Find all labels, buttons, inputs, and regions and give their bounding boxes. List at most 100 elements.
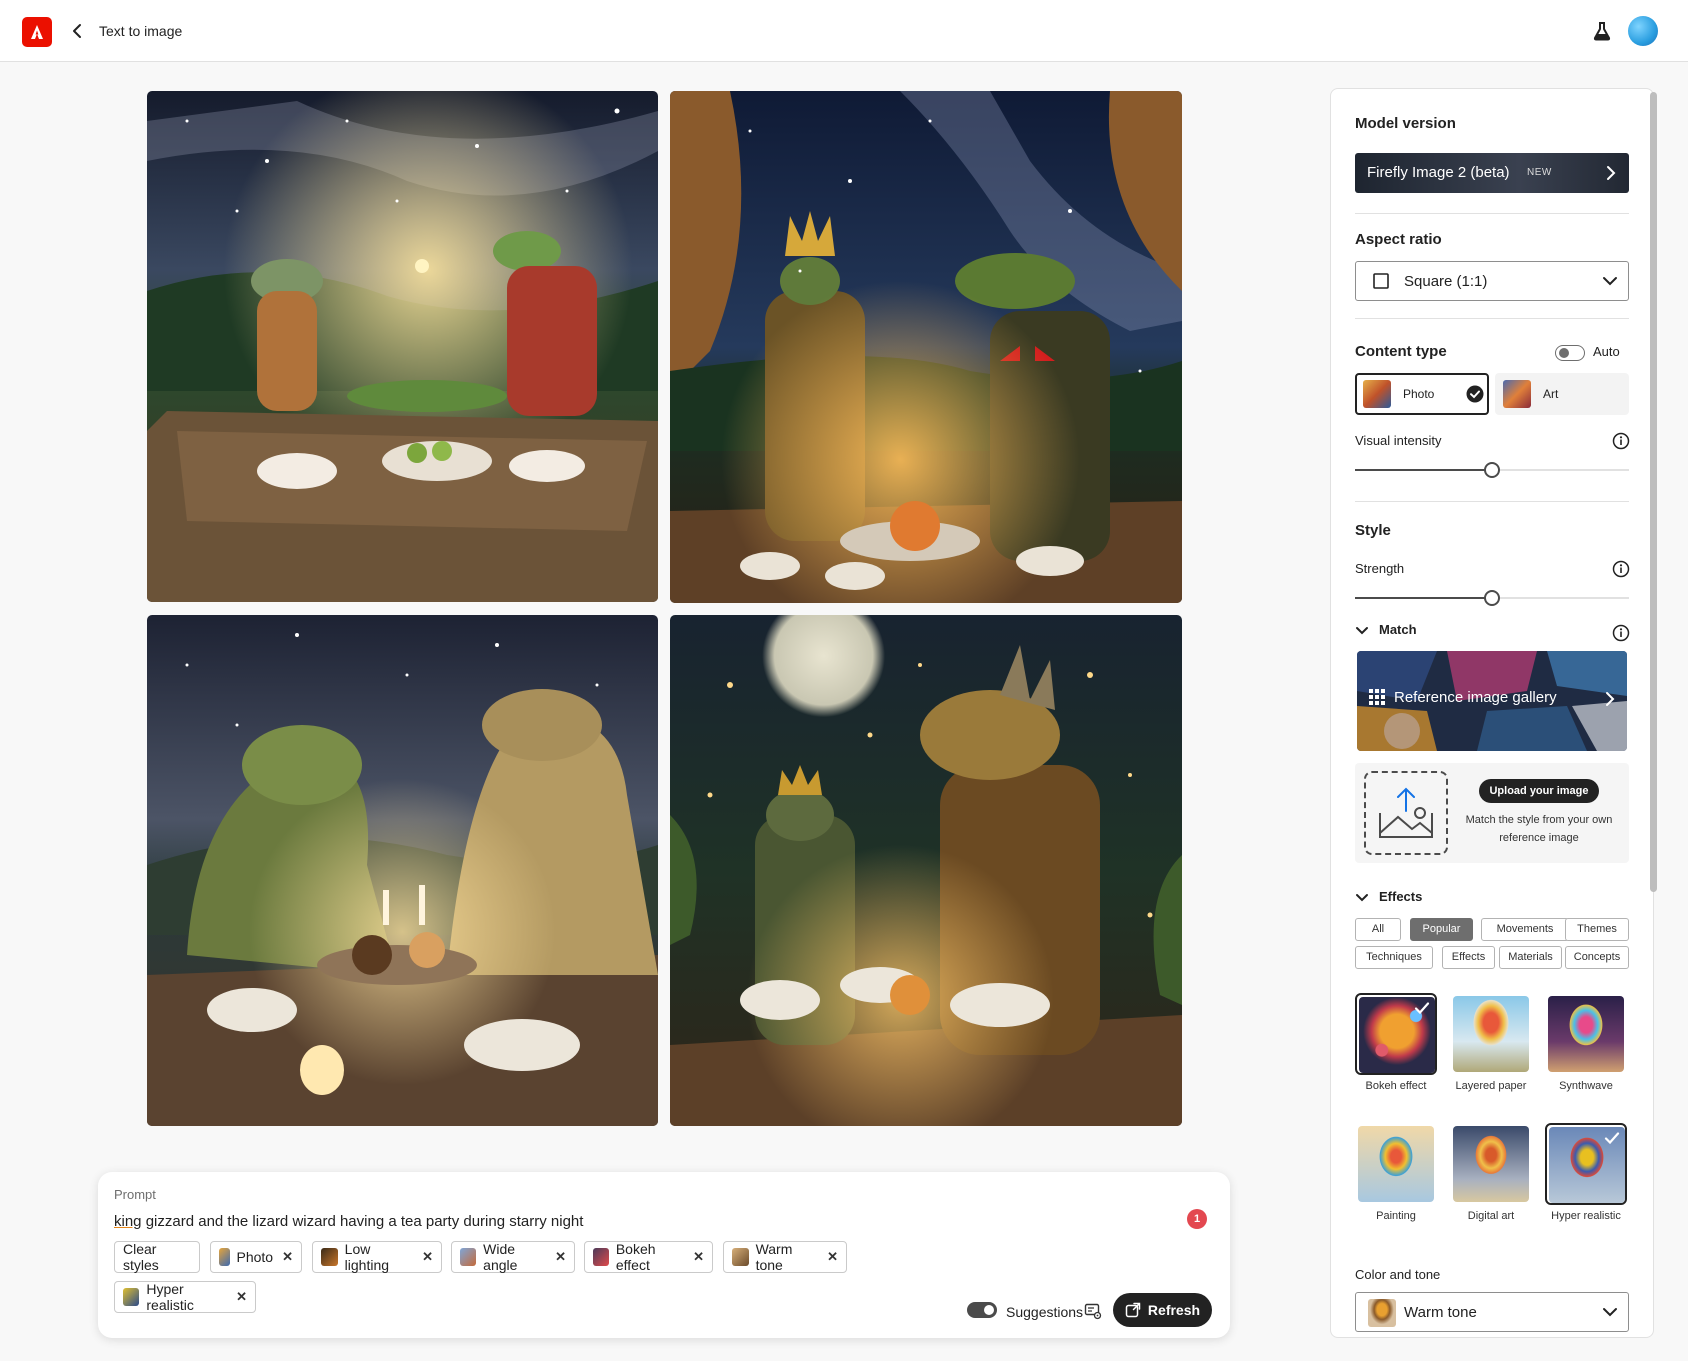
suggestions-toggle[interactable] <box>967 1302 997 1318</box>
content-type-art[interactable]: Art <box>1495 373 1629 415</box>
settings-panel-scrollbar[interactable] <box>1650 92 1657 892</box>
content-type-heading: Content type <box>1355 343 1447 360</box>
chip-thumbnail <box>460 1248 477 1266</box>
suggestions-label: Suggestions <box>1006 1304 1084 1320</box>
effects-tab-effects[interactable]: Effects <box>1442 946 1495 969</box>
settings-panel: Model version Firefly Image 2 (beta) NEW… <box>1330 88 1654 1338</box>
auto-label: Auto <box>1593 344 1620 359</box>
square-ratio-icon <box>1373 273 1389 289</box>
art-thumbnail <box>1503 380 1531 408</box>
effects-tab-themes[interactable]: Themes <box>1565 918 1629 941</box>
info-icon[interactable] <box>1612 560 1630 578</box>
page-title: Text to image <box>99 23 183 39</box>
effects-tab-techniques[interactable]: Techniques <box>1355 946 1433 969</box>
chip-label: Low lighting <box>344 1241 390 1273</box>
strength-slider[interactable] <box>1355 590 1629 606</box>
beta-lab-flask-icon[interactable] <box>1590 19 1614 43</box>
toggle-knob <box>1559 347 1569 358</box>
effects-tab-materials[interactable]: Materials <box>1499 946 1562 969</box>
effects-label: Effects <box>1379 889 1423 904</box>
adobe-logo[interactable] <box>22 17 52 47</box>
effects-tab-popular[interactable]: Popular <box>1410 918 1473 941</box>
effect-tile-layered-paper[interactable] <box>1450 993 1532 1075</box>
info-icon[interactable] <box>1612 624 1630 642</box>
remove-chip-icon[interactable]: ✕ <box>827 1249 838 1265</box>
prompt-input[interactable]: king gizzard and the lizard wizard havin… <box>114 1213 583 1230</box>
effect-tile-digital-art[interactable] <box>1450 1123 1532 1205</box>
auto-toggle[interactable] <box>1555 345 1585 361</box>
generated-image-3[interactable] <box>147 615 658 1126</box>
content-type-art-label: Art <box>1543 387 1559 401</box>
warm-tone-thumbnail <box>1368 1299 1396 1327</box>
grid-icon <box>1369 689 1385 705</box>
back-arrow-icon[interactable] <box>68 20 88 42</box>
match-section-toggle[interactable]: Match <box>1355 622 1417 637</box>
chip-photo[interactable]: Photo ✕ <box>210 1241 302 1273</box>
refresh-icon <box>1125 1302 1141 1318</box>
visual-intensity-slider[interactable] <box>1355 462 1629 478</box>
notification-badge[interactable]: 1 <box>1187 1209 1207 1229</box>
user-avatar[interactable] <box>1628 16 1658 46</box>
effect-tile-painting[interactable] <box>1355 1123 1437 1205</box>
effect-label-painting: Painting <box>1376 1210 1416 1222</box>
chip-hyper-realistic[interactable]: Hyper realistic ✕ <box>114 1281 256 1313</box>
top-bar: Text to image <box>0 0 1688 62</box>
chip-warm-tone[interactable]: Warm tone ✕ <box>723 1241 847 1273</box>
color-and-tone-select[interactable]: Warm tone <box>1355 1292 1629 1332</box>
suggestions-settings-icon[interactable] <box>1084 1302 1102 1320</box>
chevron-down-icon <box>1356 893 1368 901</box>
checkmark-icon <box>1414 1002 1430 1015</box>
chip-label: Clear styles <box>123 1241 159 1273</box>
image-upload-placeholder[interactable] <box>1364 771 1448 855</box>
model-version-button[interactable]: Firefly Image 2 (beta) NEW <box>1355 153 1629 193</box>
effects-tab-movements[interactable]: Movements <box>1481 918 1569 941</box>
divider <box>1355 318 1629 319</box>
match-label: Match <box>1379 622 1417 637</box>
reference-image-gallery-button[interactable]: Reference image gallery <box>1357 651 1627 751</box>
aspect-ratio-heading: Aspect ratio <box>1355 231 1442 248</box>
content-type-photo[interactable]: Photo <box>1355 373 1489 415</box>
chip-wide-angle[interactable]: Wide angle ✕ <box>451 1241 575 1273</box>
refresh-button[interactable]: Refresh <box>1113 1293 1212 1327</box>
generated-image-2[interactable] <box>670 91 1182 603</box>
slider-fill <box>1355 597 1492 599</box>
effects-tab-all[interactable]: All <box>1355 918 1401 941</box>
digital-art-balloon-image <box>1453 1126 1529 1202</box>
effects-tab-concepts[interactable]: Concepts <box>1565 946 1629 969</box>
chip-thumbnail <box>732 1248 749 1266</box>
effect-tile-synthwave[interactable] <box>1545 993 1627 1075</box>
chip-low-lighting[interactable]: Low lighting ✕ <box>312 1241 442 1273</box>
chip-bokeh-effect[interactable]: Bokeh effect ✕ <box>584 1241 713 1273</box>
strength-knob[interactable] <box>1484 590 1500 606</box>
effects-section-toggle[interactable]: Effects <box>1355 889 1422 904</box>
remove-chip-icon[interactable]: ✕ <box>282 1249 293 1265</box>
effect-tile-bokeh[interactable] <box>1355 993 1437 1075</box>
remove-chip-icon[interactable]: ✕ <box>555 1249 566 1265</box>
layered-paper-balloon-image <box>1453 996 1529 1072</box>
visual-intensity-knob[interactable] <box>1484 462 1500 478</box>
remove-chip-icon[interactable]: ✕ <box>422 1249 433 1265</box>
effect-tile-hyper-realistic[interactable] <box>1545 1123 1627 1205</box>
slider-fill <box>1355 469 1492 471</box>
generated-image-1[interactable] <box>147 91 658 602</box>
effect-label-layered-paper: Layered paper <box>1455 1080 1527 1092</box>
info-icon[interactable] <box>1612 432 1630 450</box>
generated-image-4[interactable] <box>670 615 1182 1126</box>
synthwave-balloon-image <box>1548 996 1624 1072</box>
chip-label: Wide angle <box>483 1241 518 1273</box>
clear-styles-button[interactable]: Clear styles <box>114 1241 200 1273</box>
new-badge: NEW <box>1527 167 1552 178</box>
chevron-down-icon <box>1603 277 1617 286</box>
chip-thumbnail <box>321 1248 338 1266</box>
upload-your-image-button[interactable]: Upload your image <box>1479 779 1599 803</box>
upload-image-icon <box>1379 787 1433 838</box>
remove-chip-icon[interactable]: ✕ <box>693 1249 704 1265</box>
aspect-ratio-select[interactable]: Square (1:1) <box>1355 261 1629 301</box>
photo-thumbnail <box>1363 380 1391 408</box>
gallery-label: Reference image gallery <box>1394 689 1557 706</box>
strength-label: Strength <box>1355 561 1405 576</box>
chevron-right-icon <box>1606 692 1615 706</box>
remove-chip-icon[interactable]: ✕ <box>236 1289 247 1305</box>
checkmark-icon <box>1604 1132 1620 1145</box>
aspect-ratio-value: Square (1:1) <box>1404 273 1488 290</box>
